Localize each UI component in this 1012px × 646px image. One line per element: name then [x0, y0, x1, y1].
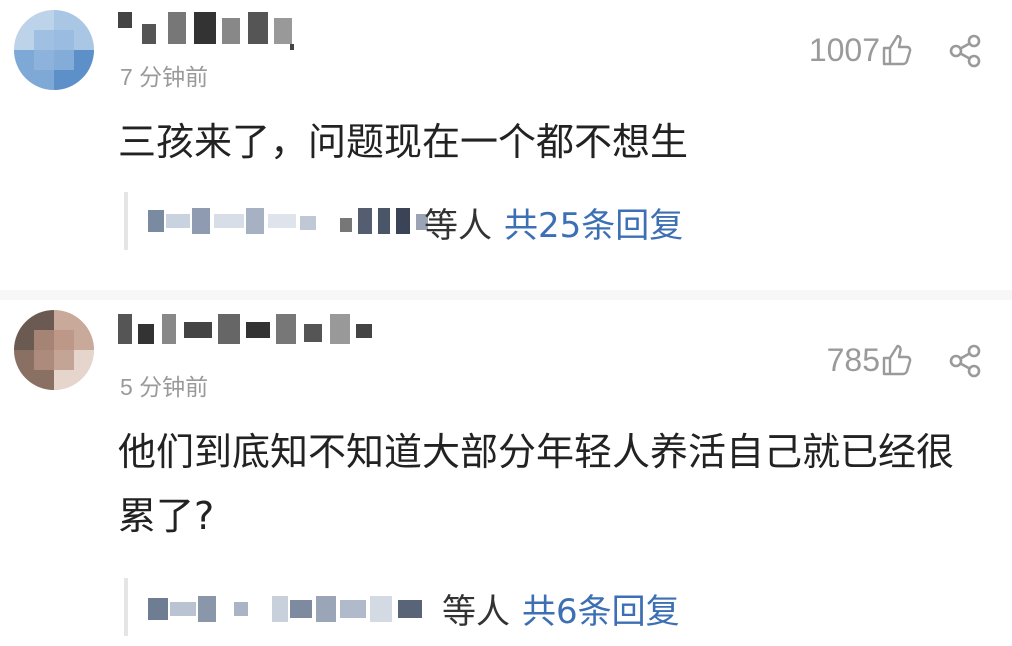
share-icon[interactable] [948, 344, 982, 378]
avatar[interactable] [14, 10, 94, 90]
comment-divider [0, 290, 1012, 300]
username-blurred[interactable] [118, 308, 418, 352]
thumbs-up-icon[interactable] [880, 33, 912, 67]
username-blurred[interactable] [118, 8, 418, 52]
comment-item: 7 分钟前 1007 三孩来了，问题现在一个都不想生 等人 共25条回复 [0, 0, 1012, 290]
comment-time: 5 分钟前 [120, 374, 209, 400]
comment-text: 他们到底知不知道大部分年轻人养活自己就已经很累了? [118, 430, 955, 538]
reply-summary[interactable]: 等人 共25条回复 [124, 192, 828, 250]
reply-suffix: 等人 [424, 206, 492, 246]
avatar[interactable] [14, 310, 94, 390]
reply-suffix: 等人 [442, 592, 510, 632]
like-count: 785 [826, 342, 880, 378]
thumbs-up-icon[interactable] [880, 343, 912, 377]
share-icon[interactable] [948, 34, 982, 68]
comment-item: 5 分钟前 785 他们到底知不知道大部分年轻人养活自己就已经很累了? 等人 共6… [0, 300, 1012, 646]
comment-text: 三孩来了，问题现在一个都不想生 [118, 120, 689, 164]
reply-count-link[interactable]: 共25条回复 [504, 206, 683, 246]
reply-summary[interactable]: 等人 共6条回复 [124, 578, 828, 636]
comment-time: 7 分钟前 [120, 64, 209, 90]
reply-count-link[interactable]: 共6条回复 [522, 592, 680, 632]
like-count: 1007 [808, 32, 880, 68]
